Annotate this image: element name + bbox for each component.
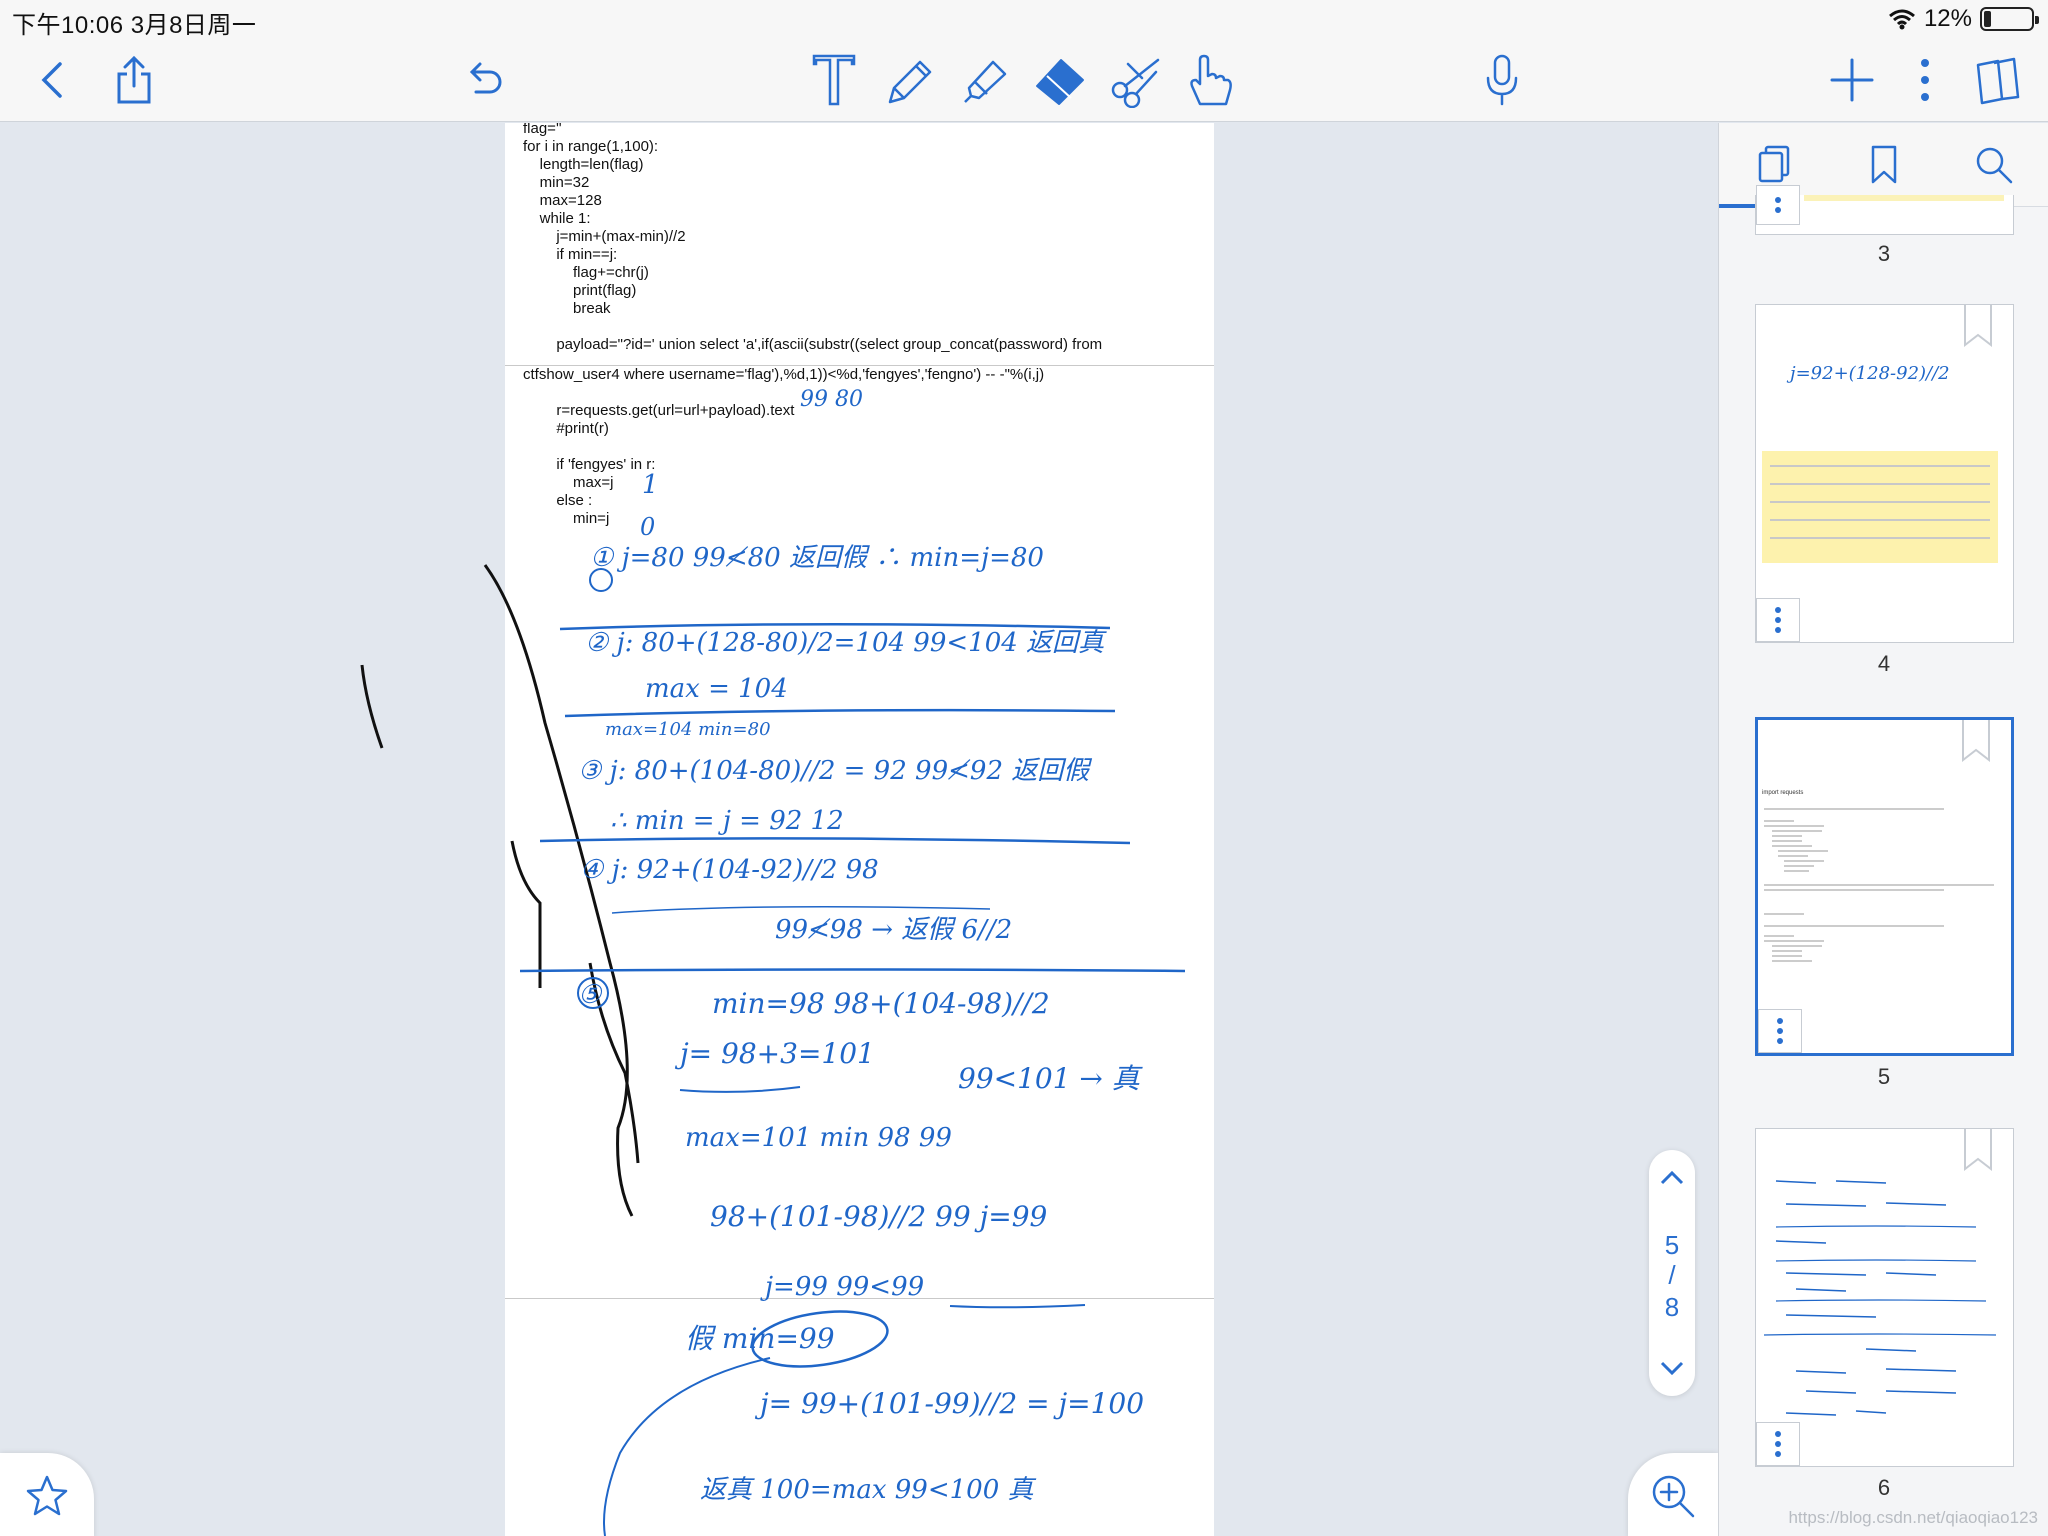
scissors-icon <box>1111 58 1160 108</box>
handwritten-note: ④ j: 92+(104-92)//2 98 <box>580 855 879 885</box>
thumbnail-page-number: 3 <box>1877 241 1891 266</box>
thumbnail-sticky-note <box>1762 451 1998 563</box>
handwritten-note: j=99 99<99 <box>760 1272 924 1302</box>
highlighter-tool-button[interactable] <box>955 50 1015 110</box>
handwritten-note: j= 98+3=101 <box>674 1037 875 1070</box>
handwritten-note: 99≮98 → 返假 6//2 <box>775 915 1012 945</box>
thumbnail-page-number: 4 <box>1877 651 1891 676</box>
pages-tab-icon <box>1758 145 1790 183</box>
handwritten-note: 99<101 → 真 <box>958 1062 1144 1095</box>
bookmark-icon <box>1871 145 1897 184</box>
handwritten-note: max=104 min=80 <box>605 719 771 740</box>
page-thumbnail[interactable] <box>1755 185 2014 235</box>
handwritten-note: 0 <box>640 513 655 541</box>
star-icon <box>26 1475 68 1516</box>
document-canvas[interactable]: flag='' for i in range(1,100): length=len… <box>0 123 1718 1536</box>
pen-tool-button[interactable] <box>880 50 940 110</box>
status-time: 下午10:06 3月8日周一 <box>12 12 257 39</box>
more-vertical-icon <box>1921 59 1929 101</box>
hand-pointer-icon <box>1190 54 1232 106</box>
handwritten-note: ② j: 80+(128-80)/2=104 99<104 返回真 <box>585 628 1107 658</box>
chevron-up-icon <box>1660 1171 1684 1185</box>
total-pages-number: 8 <box>1664 1292 1680 1322</box>
add-button[interactable] <box>1828 56 1876 104</box>
more-button[interactable] <box>1910 52 1940 108</box>
thumbnail-menu-button[interactable] <box>1756 1422 1800 1466</box>
handwritten-note: max=101 min 98 99 <box>685 1123 952 1153</box>
thumbnail-text: import requests <box>1762 790 1804 796</box>
undo-icon <box>469 62 502 94</box>
microphone-button[interactable] <box>1480 50 1524 110</box>
next-page-button[interactable] <box>1649 1348 1695 1388</box>
handwritten-note: 假 min=99 <box>685 1322 835 1355</box>
pages-icon <box>1976 57 2020 105</box>
handwritten-note: 99 80 <box>800 387 863 412</box>
battery-percent: 12% <box>1923 5 1972 32</box>
handwritten-note: ⑤ <box>578 980 603 1010</box>
handwritten-note: 98+(101-98)//2 99 j=99 <box>710 1200 1047 1233</box>
thumbnail-handwriting <box>1763 1180 1997 1416</box>
thumbnail-menu-button[interactable] <box>1756 185 1800 225</box>
previous-page-button[interactable] <box>1649 1158 1695 1198</box>
watermark-text: https://blog.csdn.net/qiaoqiao123 <box>1788 1508 2038 1527</box>
search-icon <box>1976 147 2013 184</box>
handwritten-note: min=98 98+(104-98)//2 <box>712 987 1050 1020</box>
handwritten-note: ① j=80 99≮80 返回假 ∴ min=j=80 <box>590 543 1044 573</box>
pen-icon <box>888 60 932 104</box>
thumbnail-page-number: 5 <box>1877 1064 1891 1089</box>
thumbnail-menu-button[interactable] <box>1758 1009 1802 1053</box>
zoom-in-icon <box>1652 1475 1695 1518</box>
handwritten-note: ③ j: 80+(104-80)//2 = 92 99≮92 返回假 <box>578 756 1092 786</box>
thumbnail-text-lines <box>1764 804 1994 965</box>
battery-icon <box>1980 7 2039 31</box>
handwritten-note: 返真 100=max 99<100 真 <box>700 1475 1037 1505</box>
hand-tool-button[interactable] <box>1180 50 1240 110</box>
status-right: 12% <box>1888 5 2039 33</box>
bookmark-icon <box>1964 305 1992 347</box>
undo-button[interactable] <box>460 56 508 104</box>
pages-button[interactable] <box>1970 52 2024 108</box>
back-icon <box>41 62 62 98</box>
favorite-button[interactable] <box>0 1453 94 1536</box>
microphone-icon <box>1486 54 1518 106</box>
handwriting-layer: 99 80 1 0 ① j=80 99≮80 返回假 ∴ min=j=80 ② … <box>360 387 1186 1536</box>
bookmark-icon <box>1962 720 1990 762</box>
zoom-in-button[interactable] <box>1628 1453 1718 1536</box>
thumbnail-handwriting: j=92+(128-92)//2 <box>1790 363 1950 384</box>
current-page-number: 5 <box>1664 1230 1680 1260</box>
page-separator: / <box>1668 1260 1676 1290</box>
page-thumbnail[interactable]: j=92+(128-92)//2 <box>1755 304 2014 643</box>
share-button[interactable] <box>110 50 158 110</box>
share-icon <box>117 55 151 104</box>
handwritten-note: ∴ min = j = 92 12 <box>610 806 844 836</box>
text-tool-button[interactable] <box>808 50 860 110</box>
eraser-tool-button[interactable] <box>1030 50 1090 110</box>
handwritten-note: j= 99+(101-99)//2 = j=100 <box>754 1387 1144 1420</box>
highlighter-icon <box>964 60 1007 103</box>
status-bar: 下午10:06 3月8日周一 12% <box>0 0 2048 39</box>
page-thumbnails-sidebar: 3 j=92+(128-92)//2 4 import requests 5 6… <box>1718 123 2048 1536</box>
page-thumbnail[interactable] <box>1755 1128 2014 1467</box>
chevron-down-icon <box>1660 1361 1684 1375</box>
thumbnail-menu-button[interactable] <box>1756 598 1800 642</box>
scissors-tool-button[interactable] <box>1106 50 1166 110</box>
handwritten-note: max = 104 <box>645 674 788 704</box>
handwritten-note: 1 <box>642 470 659 500</box>
page-thumbnail-selected[interactable]: import requests <box>1755 717 2014 1056</box>
eraser-icon <box>1036 59 1084 105</box>
wifi-icon <box>1888 9 1915 30</box>
toolbar <box>0 38 2048 122</box>
back-button[interactable] <box>30 56 74 104</box>
thumbnail-page-number: 6 <box>1877 1475 1891 1500</box>
page-navigator: 5 / 8 <box>1649 1150 1695 1396</box>
plus-icon <box>1830 58 1874 102</box>
text-tool-icon <box>812 54 856 106</box>
